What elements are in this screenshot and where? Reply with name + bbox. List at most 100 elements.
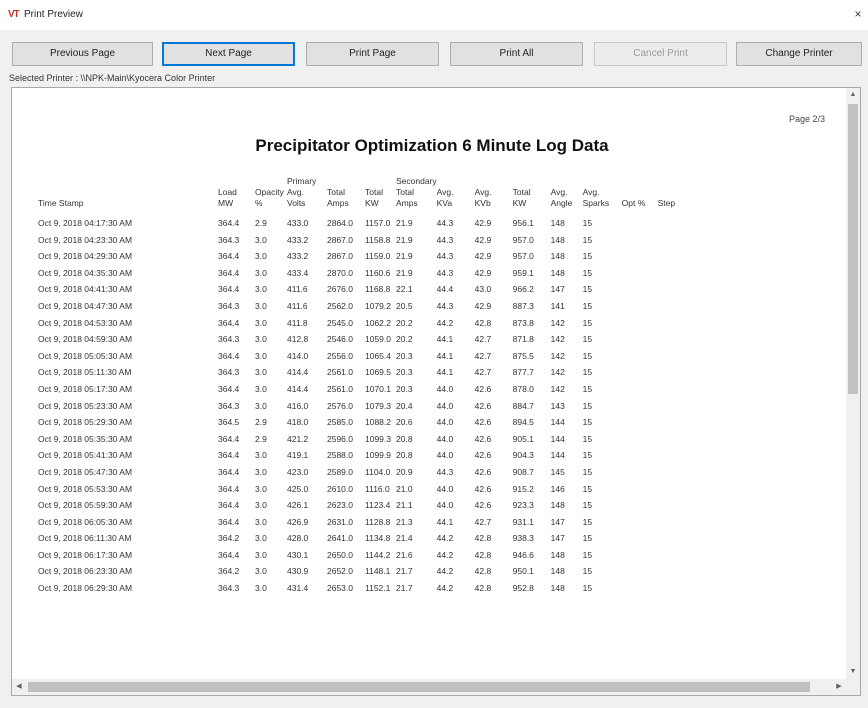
- table-cell: Oct 9, 2018 06:05:30 AM: [38, 516, 133, 527]
- table-cell: 905.1: [512, 433, 534, 444]
- table-row: Oct 9, 2018 04:59:30 AM 364.3 3.0 412.8 2546…: [38, 331, 688, 348]
- table-cell: [622, 414, 658, 431]
- table-cell: 21.6: [396, 549, 413, 560]
- column-header: [658, 187, 688, 198]
- table-cell: 15: [582, 383, 593, 394]
- cancel-print-button[interactable]: Cancel Print: [594, 42, 727, 66]
- table-cell: 20.3: [396, 367, 413, 378]
- change-printer-button[interactable]: Change Printer: [736, 42, 862, 66]
- table-cell: 20.5: [396, 300, 413, 311]
- table-cell: [658, 497, 688, 514]
- table-cell: Oct 9, 2018 05:17:30 AM: [38, 383, 133, 394]
- table-cell: 3.0: [255, 284, 267, 295]
- table-cell: 2596.0: [327, 433, 353, 444]
- table-cell: 416.0: [287, 400, 309, 411]
- table-cell: 15: [582, 583, 593, 594]
- column-header: Total: [327, 187, 345, 197]
- column-header: KVb: [474, 198, 491, 208]
- table-cell: 1157.0: [365, 218, 391, 228]
- table-row: Oct 9, 2018 04:53:30 AM 364.4 3.0 411.8 2545…: [38, 315, 688, 332]
- table-cell: 20.3: [396, 383, 413, 394]
- horizontal-scrollbar[interactable]: ◀ ▶: [12, 679, 846, 695]
- table-cell: 2556.0: [327, 350, 353, 361]
- table-cell: 1069.5: [365, 367, 391, 378]
- table-cell: 364.4: [218, 516, 240, 527]
- table-cell: 1104.0: [365, 466, 391, 477]
- table-cell: 15: [582, 549, 593, 560]
- table-cell: [622, 215, 658, 232]
- table-cell: 364.2: [218, 533, 240, 544]
- table-cell: 21.3: [396, 516, 413, 527]
- preview-pane[interactable]: Page 2/3 Precipitator Optimization 6 Min…: [11, 87, 861, 696]
- table-cell: 364.4: [218, 433, 240, 444]
- table-cell: [658, 514, 688, 531]
- table-cell: Oct 9, 2018 05:29:30 AM: [38, 417, 133, 428]
- column-header: KW: [365, 198, 379, 208]
- table-cell: [658, 481, 688, 498]
- table-cell: 430.9: [287, 566, 309, 577]
- scroll-left-icon[interactable]: ◀: [12, 679, 26, 695]
- table-cell: 44.0: [436, 383, 454, 394]
- close-icon[interactable]: ×: [850, 5, 866, 23]
- scrollbar-corner: [846, 679, 860, 695]
- table-cell: 2623.0: [327, 500, 353, 511]
- table-cell: Oct 9, 2018 05:59:30 AM: [38, 500, 133, 511]
- table-cell: 1144.2: [365, 549, 391, 560]
- vertical-scroll-thumb[interactable]: [848, 104, 858, 394]
- report-title: Precipitator Optimization 6 Minute Log D…: [255, 136, 609, 155]
- table-cell: 2631.0: [327, 516, 353, 527]
- table-cell: [658, 431, 688, 448]
- table-cell: 42.6: [474, 450, 492, 461]
- table-cell: 142: [550, 383, 565, 394]
- table-cell: [658, 315, 688, 332]
- table-cell: 44.1: [436, 334, 454, 345]
- table-cell: 3.0: [255, 234, 267, 245]
- table-cell: 2585.0: [327, 417, 353, 428]
- table-row: Oct 9, 2018 06:11:30 AM 364.2 3.0 428.0 2641…: [38, 530, 688, 547]
- print-preview-window: VT Print Preview × Previous Page Next Pa…: [0, 0, 868, 708]
- table-cell: 44.0: [436, 500, 454, 511]
- table-cell: 20.2: [396, 317, 413, 328]
- table-cell: 364.4: [218, 317, 240, 328]
- table-row: Oct 9, 2018 06:23:30 AM 364.2 3.0 430.9 2652…: [38, 563, 688, 580]
- table-cell: 433.0: [287, 218, 309, 228]
- title-bar: VT Print Preview ×: [0, 0, 868, 30]
- table-cell: [658, 447, 688, 464]
- table-cell: 411.8: [287, 317, 308, 328]
- table-cell: 144: [550, 450, 565, 461]
- table-cell: 3.0: [255, 367, 267, 378]
- table-cell: [658, 530, 688, 547]
- column-header: Amps: [327, 198, 349, 208]
- table-cell: 148: [550, 583, 565, 594]
- table-cell: [658, 298, 688, 315]
- table-cell: 904.3: [512, 450, 534, 461]
- print-all-button[interactable]: Print All: [450, 42, 583, 66]
- table-cell: 3.0: [255, 549, 267, 560]
- table-cell: Oct 9, 2018 04:41:30 AM: [38, 284, 133, 295]
- table-cell: 878.0: [512, 383, 534, 394]
- table-cell: 20.3: [396, 350, 413, 361]
- table-cell: 148: [550, 500, 565, 511]
- table-cell: 364.4: [218, 500, 240, 511]
- table-row: Oct 9, 2018 05:41:30 AM 364.4 3.0 419.1 2588…: [38, 447, 688, 464]
- table-cell: Oct 9, 2018 05:11:30 AM: [38, 367, 132, 378]
- print-page-button[interactable]: Print Page: [306, 42, 439, 66]
- table-cell: [622, 481, 658, 498]
- table-cell: 3.0: [255, 317, 267, 328]
- table-cell: 1152.1: [365, 583, 391, 594]
- previous-page-button[interactable]: Previous Page: [12, 42, 153, 66]
- table-cell: 887.3: [512, 300, 534, 311]
- table-cell: 15: [582, 317, 593, 328]
- table-row: Oct 9, 2018 05:17:30 AM 364.4 3.0 414.4 2561…: [38, 381, 688, 398]
- scroll-up-icon[interactable]: ▲: [846, 88, 860, 102]
- table-cell: [658, 464, 688, 481]
- table-cell: Oct 9, 2018 04:29:30 AM: [38, 251, 133, 262]
- column-header: [622, 187, 658, 198]
- scroll-right-icon[interactable]: ▶: [832, 679, 846, 695]
- scroll-down-icon[interactable]: ▼: [846, 665, 860, 679]
- column-header: [551, 176, 583, 187]
- column-header: [38, 187, 218, 198]
- vertical-scrollbar[interactable]: ▲ ▼: [846, 88, 860, 679]
- next-page-button[interactable]: Next Page: [162, 42, 295, 66]
- horizontal-scroll-thumb[interactable]: [28, 682, 810, 692]
